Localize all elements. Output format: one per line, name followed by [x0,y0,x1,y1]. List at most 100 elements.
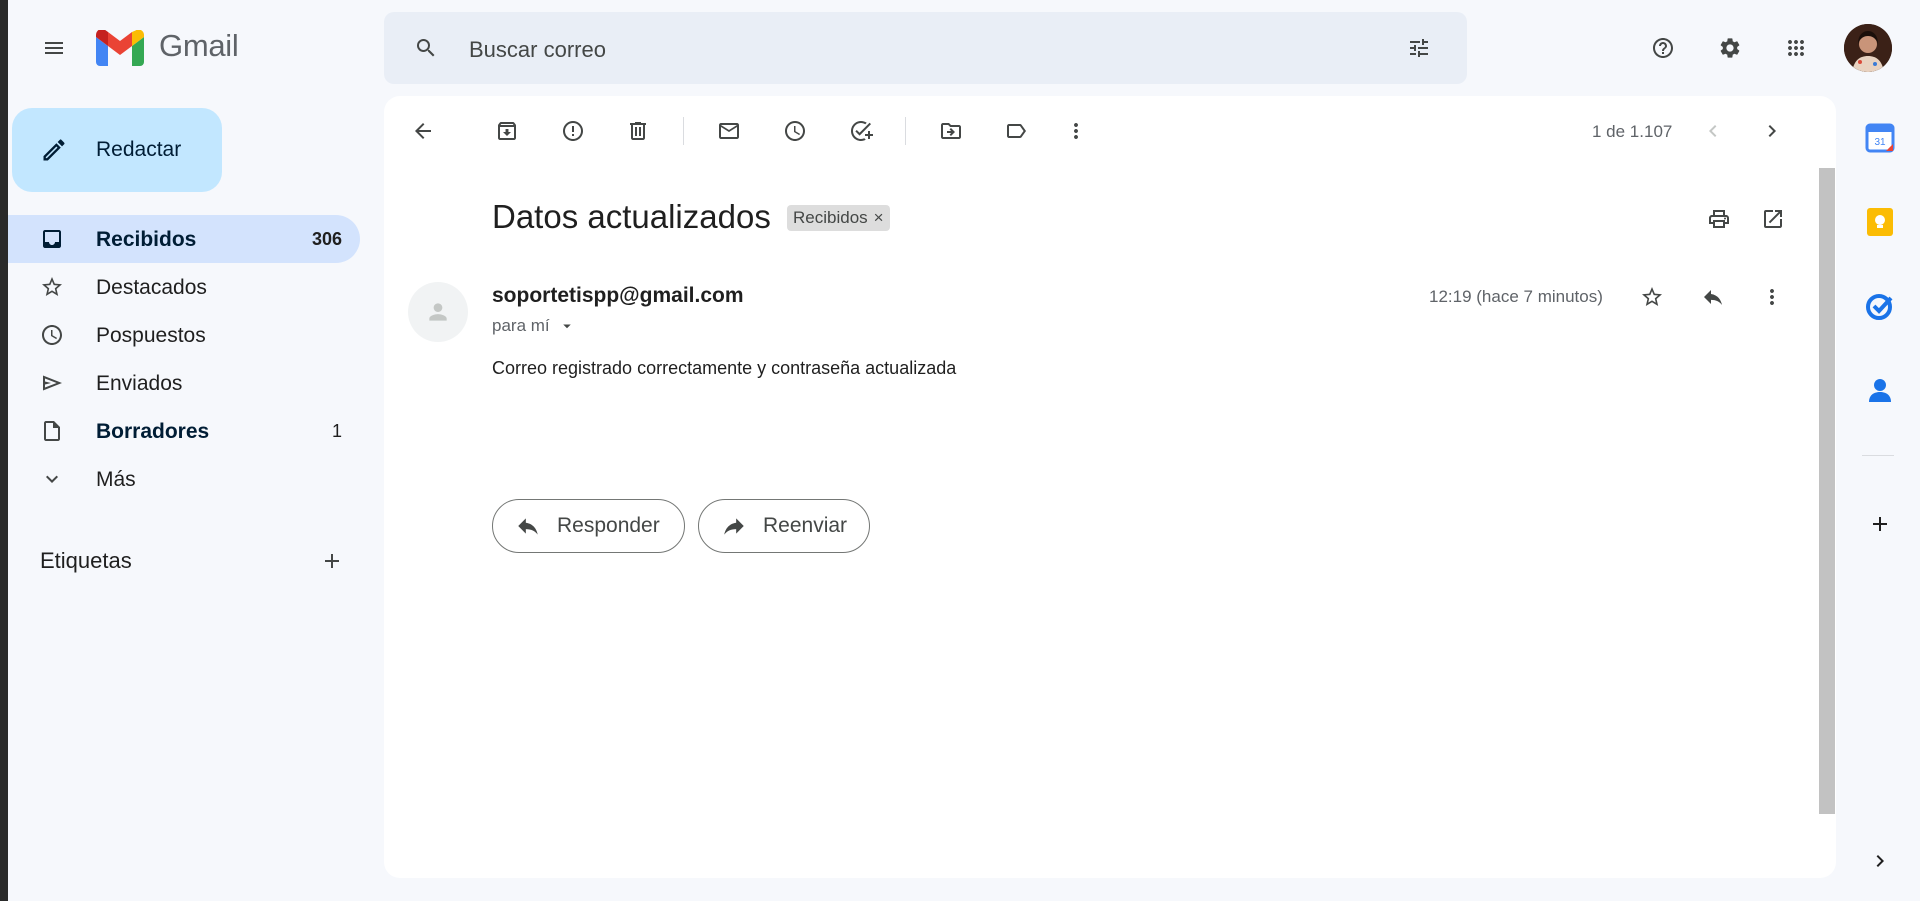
forward-label: Reenviar [763,514,848,537]
contacts-app-button[interactable] [1864,374,1896,406]
account-avatar[interactable] [1844,24,1892,72]
sidebar-item-sent[interactable]: Enviados [8,359,360,407]
back-button[interactable] [403,111,443,151]
add-task-icon [851,121,873,141]
person-icon [429,303,447,321]
plus-icon [1873,517,1887,531]
caret-down-icon [562,324,571,329]
message-more-button[interactable] [1752,277,1792,317]
toolbar-divider [683,117,684,145]
contacts-icon [1869,379,1891,402]
send-icon [40,371,64,395]
search-options-button[interactable] [1399,28,1439,68]
reply-icon [518,518,538,535]
help-icon [1653,38,1673,58]
sidebar-item-label: Más [96,468,136,491]
chevron-right-icon [1876,855,1884,867]
label-chip-text: Recibidos [793,208,868,227]
labels-button[interactable] [996,111,1036,151]
hamburger-icon [45,42,63,54]
more-options-button[interactable] [1056,111,1096,151]
arrow-back-icon [415,123,431,139]
apps-grid-icon [1788,40,1804,56]
inbox-label-chip[interactable]: Recibidos × [787,205,890,231]
move-folder-icon [941,123,961,139]
sidebar-item-more[interactable]: Más [8,455,360,503]
search-button[interactable] [406,28,446,68]
sidebar-item-label: Borradores [96,420,210,443]
forward-action-button[interactable]: Reenviar [698,499,870,553]
tasks-app-button[interactable] [1864,290,1896,322]
sidebar-item-drafts[interactable]: Borradores 1 [8,407,360,455]
open-in-new-icon [1764,210,1782,228]
report-icon [563,121,583,141]
sender-email[interactable]: soportetispp@gmail.com [492,284,744,308]
search-bar[interactable]: Buscar correo [384,12,1467,84]
expand-side-panel-button[interactable] [1860,841,1900,881]
pencil-icon [43,139,65,161]
sidebar-item-inbox[interactable]: Recibidos 306 [8,215,360,263]
rail-divider [1862,455,1894,456]
add-to-tasks-button[interactable] [841,111,881,151]
reply-label: Responder [557,514,660,537]
inbox-icon [40,227,64,251]
more-vert-icon [1770,289,1774,305]
main-menu-button[interactable] [34,28,74,68]
sidebar-item-snoozed[interactable]: Pospuestos [8,311,360,359]
print-button[interactable] [1699,199,1739,239]
print-icon [1709,210,1729,228]
search-input[interactable]: Buscar correo [469,37,606,63]
compose-button[interactable]: Redactar [12,108,222,192]
search-icon [417,39,435,57]
scrollbar[interactable] [1819,168,1835,814]
pagination-count: 1 de 1.107 [1592,122,1673,141]
report-spam-button[interactable] [553,111,593,151]
add-label-button[interactable] [312,541,352,581]
gear-icon [1720,38,1740,58]
apps-button[interactable] [1776,28,1816,68]
move-to-button[interactable] [931,111,971,151]
reply-action-button[interactable]: Responder [492,499,685,553]
sidebar-item-label: Recibidos [96,228,197,251]
window-edge [0,0,8,901]
chevron-down-icon [40,467,64,491]
svg-text:31: 31 [1874,137,1886,148]
message-time: 12:19 (hace 7 minutos) [1429,287,1603,306]
reply-button[interactable] [1693,277,1733,317]
sidebar-item-label: Destacados [96,276,207,299]
remove-label-icon[interactable]: × [874,205,884,231]
chevron-left-icon [1709,125,1717,137]
recipient-details[interactable]: para mí [492,316,576,336]
sidebar-item-starred[interactable]: Destacados [8,263,360,311]
mark-unread-button[interactable] [709,111,749,151]
help-button[interactable] [1643,28,1683,68]
older-button[interactable] [1752,111,1792,151]
mail-icon [719,123,739,139]
sender-avatar[interactable] [408,282,468,342]
archive-icon [498,122,516,140]
compose-label: Redactar [96,138,182,161]
open-in-new-window-button[interactable] [1753,199,1793,239]
archive-button[interactable] [487,111,527,151]
gmail-logo[interactable] [96,30,144,66]
recipient-label: para mí [492,316,550,335]
delete-button[interactable] [618,111,658,151]
toolbar-divider [905,117,906,145]
calendar-icon: 31 [1865,123,1895,153]
calendar-app-button[interactable]: 31 [1864,122,1896,154]
newer-button[interactable] [1693,111,1733,151]
reply-icon [1704,290,1722,305]
star-icon [1642,287,1662,306]
snooze-button[interactable] [775,111,815,151]
star-button[interactable] [1632,277,1672,317]
more-vert-icon [1074,123,1078,139]
sidebar-item-label: Pospuestos [96,324,206,347]
keep-icon [1867,208,1893,236]
get-addons-button[interactable] [1860,504,1900,544]
clock-icon [785,121,805,141]
keep-app-button[interactable] [1864,206,1896,238]
draft-icon [40,419,64,443]
settings-button[interactable] [1710,28,1750,68]
sidebar-item-label: Enviados [96,372,183,395]
draft-count: 1 [331,421,342,441]
